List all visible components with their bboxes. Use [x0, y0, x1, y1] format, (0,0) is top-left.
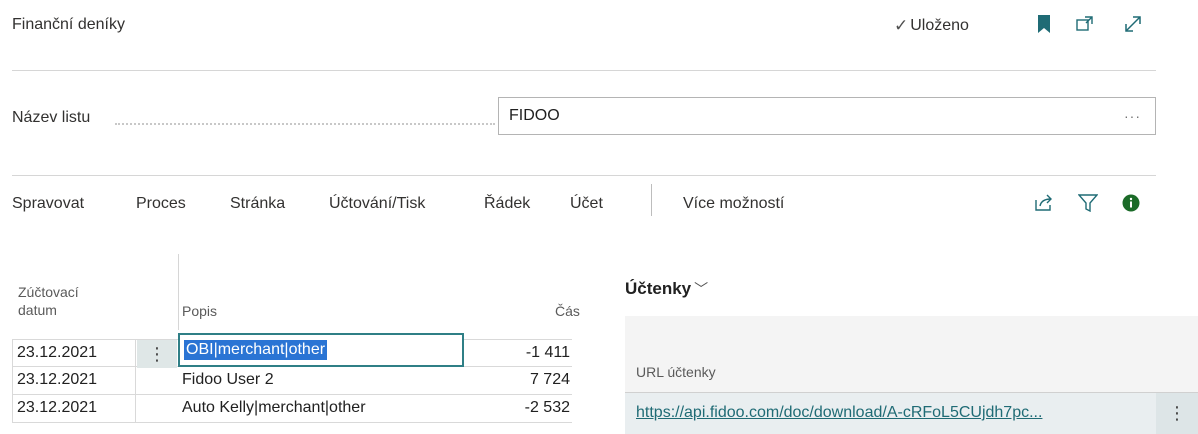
- field-divider: [12, 175, 1156, 176]
- table-row[interactable]: 23.12.2021 ⋮ OBI|merchant|other -1 411: [12, 333, 572, 368]
- description: Fidoo User 2: [182, 371, 274, 388]
- receipt-url-link[interactable]: https://api.fidoo.com/doc/download/A-cRF…: [636, 404, 1042, 422]
- date-cell[interactable]: 23.12.2021: [12, 395, 136, 423]
- receipts-panel-header[interactable]: Účtenky ﹀: [625, 279, 708, 299]
- expand-icon[interactable]: [1121, 12, 1145, 36]
- table-row[interactable]: 23.12.2021 Auto Kelly|merchant|other -2 …: [12, 395, 572, 423]
- info-icon[interactable]: [1118, 190, 1144, 216]
- receipt-row-menu-icon[interactable]: ⋮: [1156, 393, 1198, 434]
- column-header-receipt-url: URL účtenky: [636, 364, 716, 380]
- column-header-posting-date-line2: datum: [18, 302, 57, 318]
- column-header-amount[interactable]: Čás: [555, 302, 580, 320]
- amount: -1 411: [525, 344, 570, 361]
- field-leader-dots: [115, 123, 495, 125]
- action-more-options[interactable]: Více možností: [683, 195, 784, 213]
- amount: 7 724: [529, 371, 570, 388]
- table-row[interactable]: 23.12.2021 Fidoo User 2 7 724: [12, 367, 572, 395]
- page-title: Finanční deníky: [12, 16, 125, 33]
- action-manage[interactable]: Spravovat: [12, 195, 84, 213]
- action-separator: [651, 184, 652, 216]
- action-posting-print[interactable]: Účtování/Tisk: [329, 195, 425, 213]
- posting-date: 23.12.2021: [17, 344, 98, 361]
- check-icon: ✓: [894, 16, 909, 35]
- receipts-panel-title: Účtenky: [625, 279, 692, 298]
- posting-date: 23.12.2021: [17, 371, 98, 388]
- saved-status-label: Uloženo: [910, 17, 969, 34]
- header-divider: [12, 70, 1156, 71]
- amount: -2 532: [524, 399, 570, 416]
- share-icon[interactable]: [1031, 190, 1057, 216]
- row-menu-icon[interactable]: ⋮: [137, 340, 177, 368]
- action-account[interactable]: Účet: [570, 195, 603, 213]
- saved-status: ✓ Uloženo: [894, 16, 969, 36]
- date-cell[interactable]: 23.12.2021: [12, 367, 136, 395]
- field-more-icon[interactable]: ···: [1124, 108, 1141, 124]
- description-edit-field[interactable]: OBI|merchant|other: [178, 333, 464, 367]
- sheet-name-label: Název listu: [12, 109, 91, 126]
- posting-date: 23.12.2021: [17, 399, 98, 416]
- description: Auto Kelly|merchant|other: [182, 399, 366, 416]
- action-page[interactable]: Stránka: [230, 195, 285, 213]
- table-column-divider: [178, 254, 179, 330]
- chevron-down-icon[interactable]: ﹀: [694, 279, 708, 299]
- sheet-name-input[interactable]: [498, 97, 1156, 135]
- description-selected-text: OBI|merchant|other: [184, 340, 328, 360]
- open-in-new-window-icon[interactable]: [1073, 12, 1097, 36]
- date-cell[interactable]: 23.12.2021: [12, 340, 136, 368]
- action-line[interactable]: Řádek: [484, 195, 530, 213]
- action-process[interactable]: Proces: [136, 195, 186, 213]
- column-header-posting-date[interactable]: Zúčtovací datum: [18, 283, 79, 319]
- bookmark-icon[interactable]: [1032, 12, 1056, 36]
- column-header-description[interactable]: Popis: [182, 302, 217, 320]
- column-header-posting-date-line1: Zúčtovací: [18, 284, 79, 300]
- filter-icon[interactable]: [1075, 190, 1101, 216]
